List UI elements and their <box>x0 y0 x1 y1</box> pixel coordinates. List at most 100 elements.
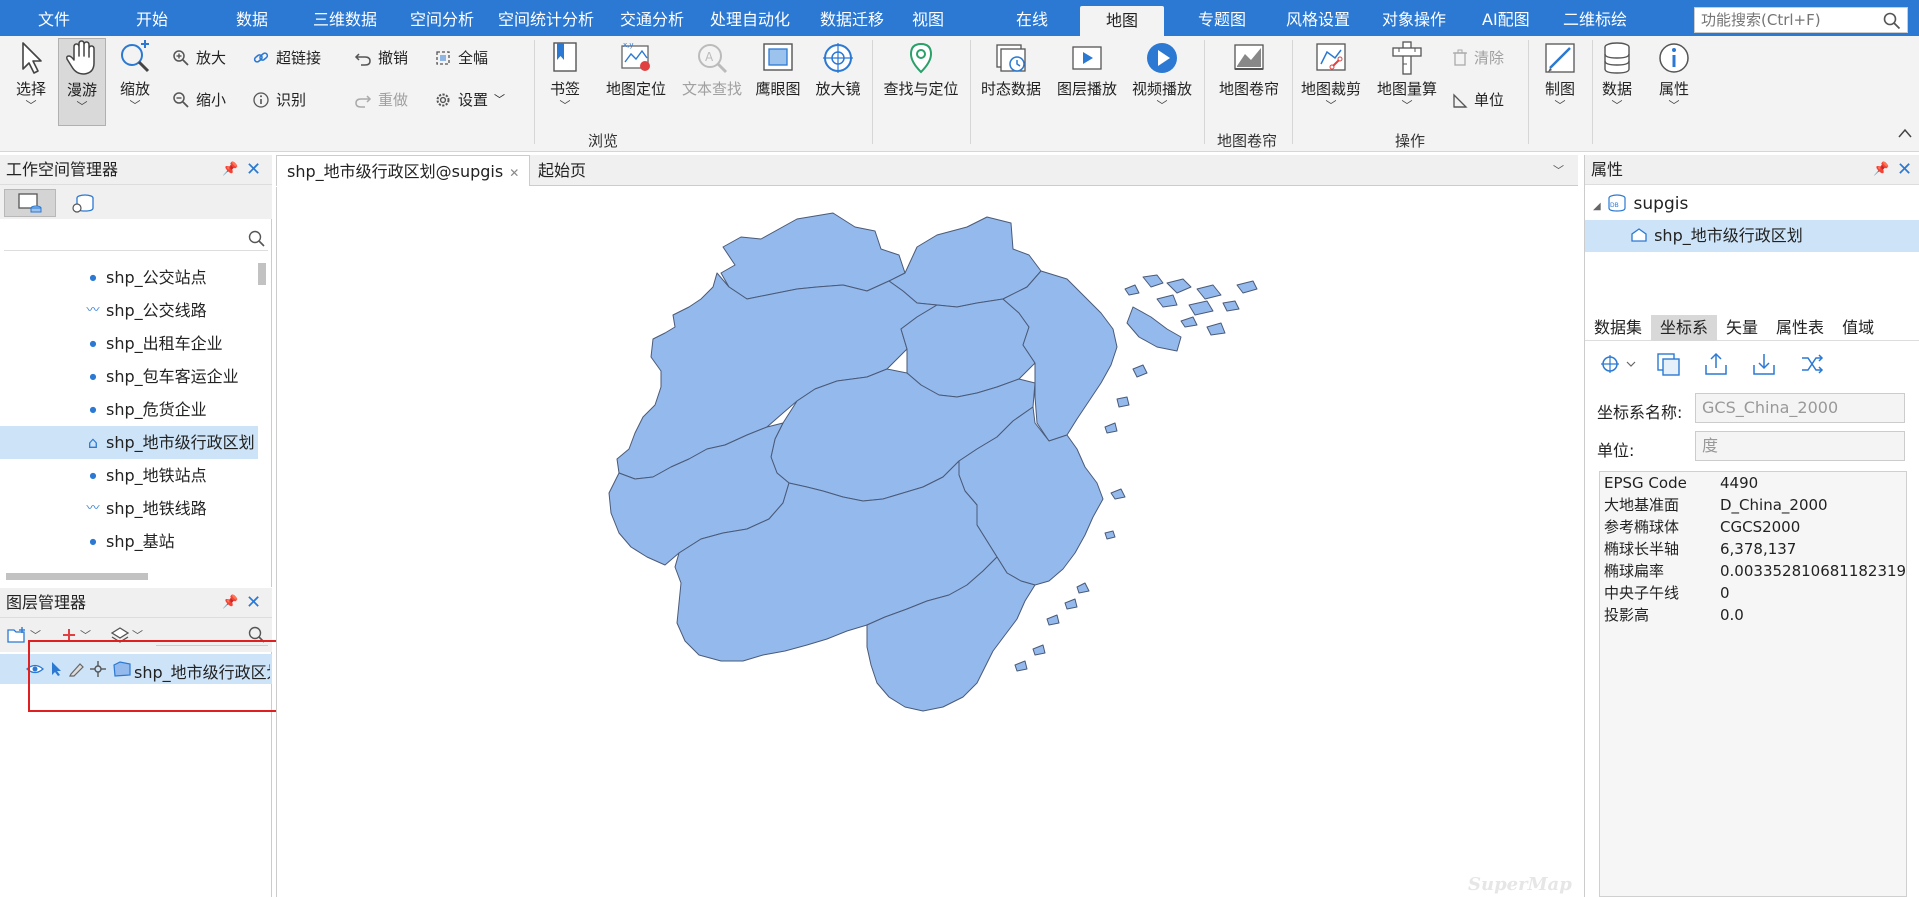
menu-item-4[interactable]: 空间分析 <box>402 0 482 36</box>
workspace-search-input[interactable] <box>4 227 234 249</box>
redo-button[interactable]: 重做 <box>354 88 408 112</box>
tree-item[interactable]: ● shp_公交站点 <box>0 261 258 294</box>
vertical-scrollbar[interactable] <box>258 261 266 561</box>
zoom-in-button[interactable]: 放大 <box>172 46 226 70</box>
tab-datasource[interactable] <box>58 189 110 217</box>
tree-child-dataset[interactable]: shp_地市级行政区划 <box>1585 220 1919 252</box>
menu-item-5[interactable]: 空间统计分析 <box>490 0 602 36</box>
settings-button[interactable]: 设置 ﹀ <box>434 88 505 112</box>
workspace-search[interactable] <box>4 227 268 251</box>
menu-item-14[interactable]: 对象操作 <box>1374 0 1454 36</box>
tab-property-0[interactable]: 数据集 <box>1585 315 1651 341</box>
properties-button[interactable]: 属性 ﹀ <box>1652 40 1696 113</box>
zoom-out-button[interactable]: 缩小 <box>172 88 226 112</box>
chevron-up-icon[interactable] <box>1897 126 1913 140</box>
bookmark-button[interactable]: 书签 ﹀ <box>542 40 588 113</box>
menu-item-8[interactable]: 数据迁移 <box>812 0 892 36</box>
select-button[interactable]: 选择 ﹀ <box>8 40 54 113</box>
magnifier-button[interactable]: 放大镜 <box>812 40 864 99</box>
menu-item-3[interactable]: 三维数据 <box>305 0 385 36</box>
chevron-down-icon: ﹀ <box>494 93 506 106</box>
undo-icon <box>354 53 371 66</box>
tree-root-datasource[interactable]: ◢ DB supgis <box>1585 191 1688 217</box>
crs-name-field[interactable]: GCS_China_2000 <box>1695 393 1905 423</box>
tab-start-page[interactable]: 起始页 <box>528 155 596 186</box>
search-icon[interactable] <box>248 230 266 248</box>
unit-button[interactable]: 单位 <box>1452 88 1504 112</box>
pan-button[interactable]: 漫游 ﹀ <box>58 38 106 126</box>
scrollbar-thumb[interactable] <box>6 573 148 580</box>
crs-settings-button[interactable] <box>1599 351 1639 381</box>
close-icon[interactable]: ✕ <box>246 588 261 618</box>
tab-property-3[interactable]: 属性表 <box>1767 315 1833 341</box>
clear-button[interactable]: 清除 <box>1452 46 1504 70</box>
undo-button[interactable]: 撤销 <box>354 46 408 70</box>
function-search-input[interactable] <box>1695 8 1875 32</box>
separator <box>534 40 535 144</box>
menu-item-12[interactable]: 专题图 <box>1190 0 1254 36</box>
tree-item[interactable]: ● shp_出租车企业 <box>0 327 258 360</box>
crs-copy-button[interactable] <box>1655 351 1681 381</box>
tree-item[interactable]: 〰 shp_公交线路 <box>0 294 258 327</box>
menu-item-9[interactable]: 视图 <box>904 0 952 36</box>
map-canvas[interactable] <box>276 187 1578 897</box>
find-locate-button[interactable]: 查找与定位 <box>878 40 964 99</box>
close-icon[interactable]: ✕ <box>246 155 261 185</box>
menu-item-0[interactable]: 文件 <box>30 0 78 36</box>
tab-workspace-tree[interactable] <box>4 189 56 217</box>
pin-icon[interactable]: 📌 <box>222 155 238 185</box>
text-find-button[interactable]: A 文本查找 <box>676 40 748 99</box>
hyperlink-button[interactable]: 超链接 <box>252 46 321 70</box>
tab-map-document[interactable]: shp_地市级行政区划@supgis ✕ <box>276 155 531 186</box>
search-icon[interactable] <box>1883 12 1901 30</box>
pin-icon[interactable]: 📌 <box>1873 155 1889 185</box>
tree-item[interactable]: 〰 shp_地铁线路 <box>0 492 258 525</box>
menu-item-1[interactable]: 开始 <box>128 0 176 36</box>
tree-item[interactable]: ● shp_基站 <box>0 525 258 558</box>
menu-item-16[interactable]: 二维标绘 <box>1555 0 1635 36</box>
layer-play-button[interactable]: 图层播放 <box>1052 40 1122 99</box>
zoom-button[interactable]: 缩放 ﹀ <box>112 40 158 113</box>
map-clip-button[interactable]: 地图裁剪 ﹀ <box>1298 40 1364 113</box>
temporal-data-button[interactable]: 时态数据 <box>976 40 1046 99</box>
full-extent-button[interactable]: 全幅 <box>434 46 488 70</box>
menu-item-15[interactable]: AI配图 <box>1474 0 1538 36</box>
map-svg[interactable] <box>277 187 1579 897</box>
eagle-eye-button[interactable]: 鹰眼图 <box>752 40 804 99</box>
tab-property-2[interactable]: 矢量 <box>1717 315 1767 341</box>
menu-item-6[interactable]: 交通分析 <box>612 0 692 36</box>
tab-property-1[interactable]: 坐标系 <box>1651 315 1718 341</box>
menu-item-10[interactable]: 在线 <box>1008 0 1056 36</box>
ribbon: 选择 ﹀ 漫游 ﹀ 缩放 ﹀ 放大 缩小 超链接 识别 撤销 重做 全幅 设置 … <box>0 36 1919 152</box>
tree-item[interactable]: ● shp_包车客运企业 <box>0 360 258 393</box>
chevron-down-icon[interactable]: ﹀ <box>1553 162 1564 178</box>
map-measure-button[interactable]: 地图量算 ﹀ <box>1370 40 1444 113</box>
scrollbar-thumb[interactable] <box>258 263 266 285</box>
horizontal-scrollbar[interactable] <box>4 573 258 581</box>
data-button[interactable]: 数据 ﹀ <box>1596 40 1638 113</box>
function-search[interactable] <box>1694 7 1908 33</box>
crs-export-button[interactable] <box>1703 351 1729 381</box>
tab-property-4[interactable]: 值域 <box>1833 315 1883 341</box>
menu-item-7[interactable]: 处理自动化 <box>702 0 798 36</box>
menu-item-11[interactable]: 地图 <box>1080 6 1165 36</box>
tree-item[interactable]: ● shp_危货企业 <box>0 393 258 426</box>
map-swipe-button[interactable]: 地图卷帘 <box>1212 40 1286 99</box>
unit-field[interactable]: 度 <box>1695 431 1905 461</box>
tree-item[interactable]: ⌂ shp_地市级行政区划 <box>0 426 258 459</box>
crs-transform-button[interactable] <box>1799 351 1825 381</box>
crs-info-table: EPSG Code 4490 大地基准面 D_China_2000 参考椭球体 CGCS2… <box>1599 471 1907 897</box>
video-play-button[interactable]: 视频播放 ﹀ <box>1126 40 1198 113</box>
map-locate-button[interactable]: x,y 地图定位 <box>600 40 672 99</box>
separator <box>1292 40 1293 144</box>
menu-item-2[interactable]: 数据 <box>228 0 276 36</box>
tree-item[interactable]: ● shp_地铁站点 <box>0 459 258 492</box>
pin-icon[interactable]: 📌 <box>222 588 238 618</box>
close-icon[interactable]: ✕ <box>1897 155 1912 185</box>
crs-import-button[interactable] <box>1751 351 1777 381</box>
cartography-button[interactable]: 制图 ﹀ <box>1534 40 1586 113</box>
identify-button[interactable]: 识别 <box>252 88 306 112</box>
collapse-triangle-icon[interactable]: ◢ <box>1593 201 1601 212</box>
menu-item-13[interactable]: 风格设置 <box>1278 0 1358 36</box>
close-tab-icon[interactable]: ✕ <box>509 166 519 180</box>
